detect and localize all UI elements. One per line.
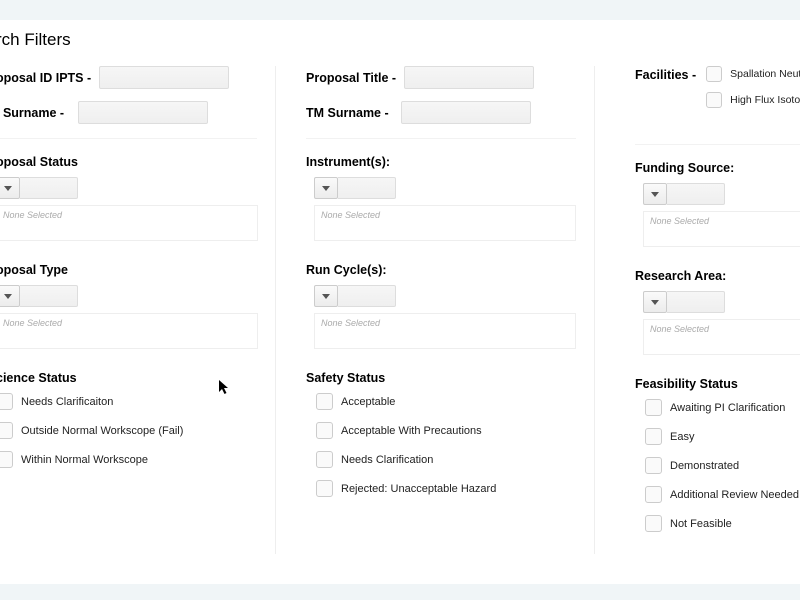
safety-opt-0: Acceptable	[341, 396, 395, 408]
funding-source-pill[interactable]	[667, 183, 725, 205]
feasibility-status-section: Feasibility Status Awaiting PI Clarifica…	[635, 377, 800, 532]
safety-status-section: Safety Status Acceptable Acceptable With…	[306, 371, 576, 497]
feas-opt-3: Additional Review Needed	[670, 489, 799, 501]
science-opt-0: Needs Clarificaiton	[21, 396, 113, 408]
checkbox-demonstrated[interactable]	[645, 457, 662, 474]
research-area-pill[interactable]	[667, 291, 725, 313]
chevron-down-icon	[4, 294, 12, 299]
research-area-label: Research Area:	[635, 269, 800, 283]
pi-surname-label: I Surname -	[0, 101, 64, 124]
feasibility-status-label: Feasibility Status	[635, 377, 800, 391]
checkbox-easy[interactable]	[645, 428, 662, 445]
tm-surname-input[interactable]	[401, 101, 531, 124]
science-status-section: cience Status Needs Clarificaiton Outsid…	[0, 371, 257, 468]
proposal-status-dropdown[interactable]	[0, 177, 20, 199]
feas-opt-2: Demonstrated	[670, 460, 739, 472]
chevron-down-icon	[322, 294, 330, 299]
funding-source-label: Funding Source:	[635, 161, 800, 175]
proposal-id-input[interactable]	[99, 66, 229, 89]
science-opt-2: Within Normal Workscope	[21, 454, 148, 466]
checkbox-acceptable[interactable]	[316, 393, 333, 410]
pi-surname-input[interactable]	[78, 101, 208, 124]
feas-opt-1: Easy	[670, 431, 694, 443]
checkbox-needs-clarification-safety[interactable]	[316, 451, 333, 468]
checkbox-needs-clarification-sci[interactable]	[0, 393, 13, 410]
filters-grid: oposal ID IPTS - I Surname - oposal Stat…	[0, 60, 800, 554]
proposal-status-pill[interactable]	[20, 177, 78, 199]
run-cycles-label: Run Cycle(s):	[306, 263, 576, 277]
chevron-down-icon	[651, 192, 659, 197]
feas-opt-4: Not Feasible	[670, 518, 732, 530]
tm-surname-label: TM Surname -	[306, 101, 389, 124]
column-3: Facilities - Spallation Neutron High Flu…	[595, 66, 800, 554]
proposal-type-selection[interactable]: None Selected	[0, 313, 258, 349]
safety-status-label: Safety Status	[306, 371, 576, 385]
run-cycles-pill[interactable]	[338, 285, 396, 307]
run-cycles-section: Run Cycle(s): None Selected	[306, 263, 576, 349]
checkbox-additional-review[interactable]	[645, 486, 662, 503]
research-area-selection[interactable]: None Selected	[643, 319, 800, 355]
instruments-label: Instrument(s):	[306, 155, 576, 169]
proposal-type-pill[interactable]	[20, 285, 78, 307]
safety-opt-2: Needs Clarification	[341, 454, 433, 466]
instruments-selection[interactable]: None Selected	[314, 205, 576, 241]
proposal-type-dropdown[interactable]	[0, 285, 20, 307]
facility-opt-0: Spallation Neutron	[730, 68, 800, 80]
chevron-down-icon	[4, 186, 12, 191]
chevron-down-icon	[322, 186, 330, 191]
instruments-section: Instrument(s): None Selected	[306, 155, 576, 241]
funding-source-selection[interactable]: None Selected	[643, 211, 800, 247]
checkbox-within-workscope[interactable]	[0, 451, 13, 468]
chevron-down-icon	[651, 300, 659, 305]
facility-opt-1: High Flux Isotope	[730, 94, 800, 106]
feas-opt-0: Awaiting PI Clarification	[670, 402, 785, 414]
safety-opt-1: Acceptable With Precautions	[341, 425, 482, 437]
research-area-section: Research Area: None Selected	[635, 269, 800, 355]
top-band	[0, 0, 800, 20]
bottom-band	[0, 584, 800, 600]
column-2: Proposal Title - TM Surname - Instrument…	[276, 66, 595, 554]
checkbox-not-feasible[interactable]	[645, 515, 662, 532]
proposal-title-input[interactable]	[404, 66, 534, 89]
funding-source-dropdown[interactable]	[643, 183, 667, 205]
science-status-label: cience Status	[0, 371, 257, 385]
column-1: oposal ID IPTS - I Surname - oposal Stat…	[0, 66, 276, 554]
safety-opt-3: Rejected: Unacceptable Hazard	[341, 483, 496, 495]
funding-source-section: Funding Source: None Selected	[635, 161, 800, 247]
checkbox-awaiting-pi[interactable]	[645, 399, 662, 416]
proposal-status-selection[interactable]: None Selected	[0, 205, 258, 241]
page-title: rch Filters	[0, 20, 800, 60]
proposal-type-section: oposal Type None Selected	[0, 263, 257, 349]
proposal-title-field-label: Proposal Title -	[306, 66, 396, 89]
facilities-label: Facilities -	[635, 66, 696, 82]
checkbox-spallation-neutron[interactable]	[706, 66, 722, 82]
proposal-status-label: oposal Status	[0, 155, 257, 169]
proposal-status-section: oposal Status None Selected	[0, 155, 257, 241]
checkbox-high-flux-isotope[interactable]	[706, 92, 722, 108]
run-cycles-selection[interactable]: None Selected	[314, 313, 576, 349]
checkbox-acceptable-precautions[interactable]	[316, 422, 333, 439]
instruments-dropdown[interactable]	[314, 177, 338, 199]
proposal-type-label: oposal Type	[0, 263, 257, 277]
proposal-id-label: oposal ID IPTS -	[0, 66, 91, 89]
science-opt-1: Outside Normal Workscope (Fail)	[21, 425, 183, 437]
checkbox-rejected-hazard[interactable]	[316, 480, 333, 497]
instruments-pill[interactable]	[338, 177, 396, 199]
run-cycles-dropdown[interactable]	[314, 285, 338, 307]
research-area-dropdown[interactable]	[643, 291, 667, 313]
checkbox-outside-workscope[interactable]	[0, 422, 13, 439]
